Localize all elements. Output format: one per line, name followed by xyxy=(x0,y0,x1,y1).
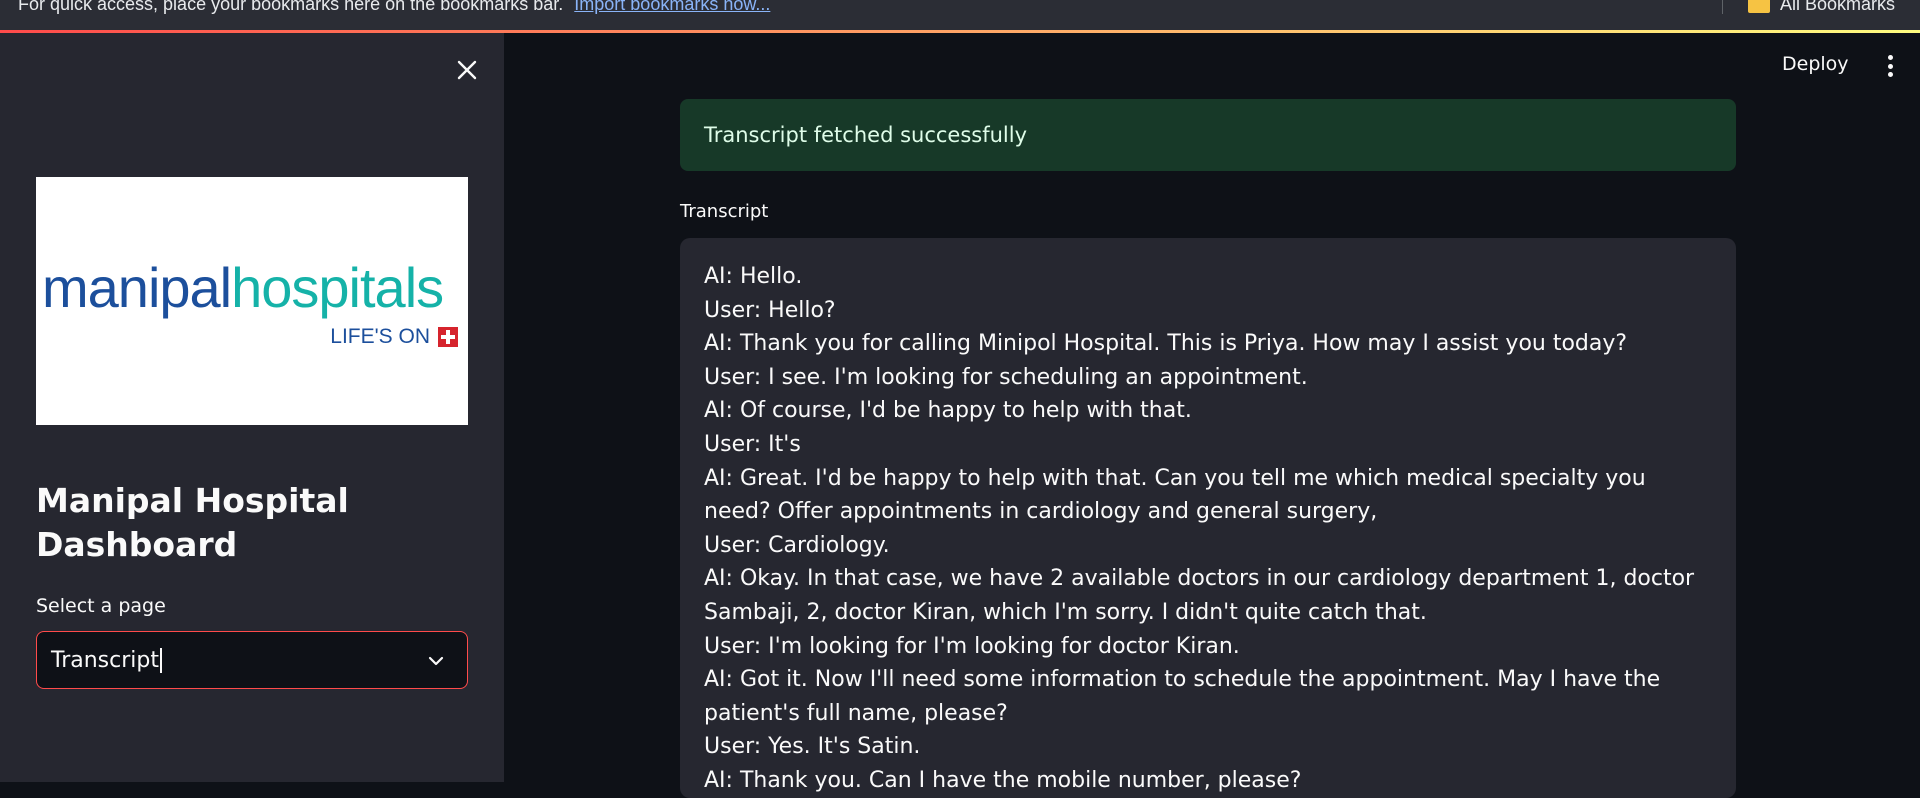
success-alert-text: Transcript fetched successfully xyxy=(704,123,1028,147)
deploy-button[interactable]: Deploy xyxy=(1782,53,1849,75)
folder-icon xyxy=(1748,0,1770,13)
medical-cross-icon xyxy=(438,327,458,347)
logo-tagline-text: LIFE'S ON xyxy=(330,325,430,348)
transcript-line: User: I'm looking for I'm looking for do… xyxy=(704,633,1240,659)
sidebar: manipalhospitals LIFE'S ON Manipal Hospi… xyxy=(0,33,504,782)
bookmarks-divider xyxy=(1722,0,1723,14)
transcript-line: User: Cardiology. xyxy=(704,532,890,558)
bookmarks-bar: For quick access, place your bookmarks h… xyxy=(0,0,1920,30)
all-bookmarks-button[interactable]: All Bookmarks xyxy=(1748,0,1895,15)
transcript-line: AI: Hello. xyxy=(704,264,803,289)
transcript-box[interactable]: AI: Hello. User: Hello? AI: Thank you fo… xyxy=(680,238,1736,798)
transcript-line: User: It's xyxy=(704,431,801,457)
transcript-line: User: Hello? xyxy=(704,297,836,323)
bookmarks-message: For quick access, place your bookmarks h… xyxy=(18,0,770,15)
transcript-line: AI: Great. I'd be happy to help with tha… xyxy=(704,465,1646,525)
select-page-label: Select a page xyxy=(36,595,166,617)
transcript-line: User: Yes. It's Satin. xyxy=(704,734,921,760)
transcript-line: AI: Of course, I'd be happy to help with… xyxy=(704,398,1192,424)
transcript-line: User: I see. I'm looking for scheduling … xyxy=(704,364,1308,390)
close-sidebar-button[interactable] xyxy=(452,55,482,85)
bookmarks-message-text: For quick access, place your bookmarks h… xyxy=(18,0,564,14)
page-select[interactable]: Transcript xyxy=(36,631,468,689)
logo-tagline: LIFE'S ON xyxy=(330,325,458,349)
main-content: Deploy Transcript fetched successfully T… xyxy=(504,33,1920,798)
transcript-line: AI: Got it. Now I'll need some informati… xyxy=(704,667,1661,726)
all-bookmarks-label: All Bookmarks xyxy=(1780,0,1896,14)
import-bookmarks-link[interactable]: Import bookmarks now... xyxy=(574,0,770,14)
logo-brand-part2: hospitals xyxy=(231,256,444,319)
more-icon-dot xyxy=(1887,55,1893,60)
main-menu-button[interactable] xyxy=(1880,51,1900,81)
chevron-down-icon xyxy=(428,656,444,666)
page-select-value: Transcript xyxy=(51,647,162,673)
more-icon-dot xyxy=(1887,72,1893,77)
transcript-label: Transcript xyxy=(680,201,769,222)
sidebar-title: Manipal Hospital Dashboard xyxy=(36,481,349,564)
close-icon xyxy=(457,60,477,80)
logo-wordmark: manipalhospitals xyxy=(42,255,444,320)
more-icon-dot xyxy=(1887,63,1893,69)
transcript-line: AI: Okay. In that case, we have 2 availa… xyxy=(704,566,1695,625)
transcript-line: AI: Thank you. Can I have the mobile num… xyxy=(704,767,1302,793)
logo-brand-part1: manipal xyxy=(42,256,232,319)
manipal-logo: manipalhospitals LIFE'S ON xyxy=(36,177,468,425)
transcript-line: AI: Thank you for calling Minipol Hospit… xyxy=(704,331,1628,357)
success-alert: Transcript fetched successfully xyxy=(680,99,1736,171)
